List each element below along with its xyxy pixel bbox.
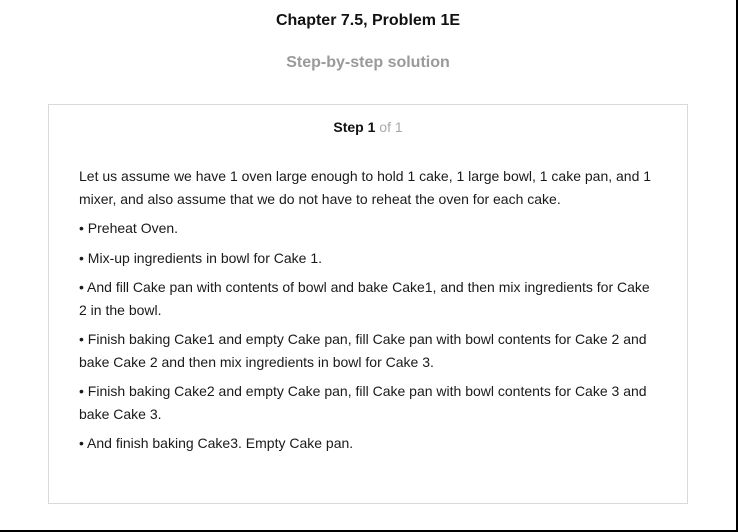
step-number: 1: [367, 119, 376, 135]
solution-card: Step 1 of 1 Let us assume we have 1 oven…: [48, 104, 688, 504]
solution-step-fill-bake-1: • And fill Cake pan with contents of bow…: [79, 279, 650, 318]
step-count: of 1: [379, 119, 403, 135]
solution-step-finish-3: • And finish baking Cake3. Empty Cake pa…: [79, 435, 354, 451]
solution-paragraph-intro: Let us assume we have 1 oven large enoug…: [79, 168, 652, 207]
step-label: Step: [333, 119, 364, 135]
solution-content: Let us assume we have 1 oven large enoug…: [79, 165, 661, 462]
solution-step-mix: • Mix-up ingredients in bowl for Cake 1.: [79, 249, 323, 266]
solution-step-finish-1: • Finish baking Cake1 and empty Cake pan…: [79, 331, 647, 370]
page-title: Chapter 7.5, Problem 1E: [275, 12, 461, 29]
solution-step-finish-2: • Finish baking Cake2 and empty Cake pan…: [79, 383, 647, 422]
solution-subtitle: Step-by-step solution: [286, 54, 450, 71]
page-frame: Chapter 7.5, Problem 1E Step-by-step sol…: [0, 0, 738, 532]
step-header: Step 1 of 1: [49, 119, 687, 135]
solution-step-preheat: • Preheat Oven.: [79, 220, 179, 236]
